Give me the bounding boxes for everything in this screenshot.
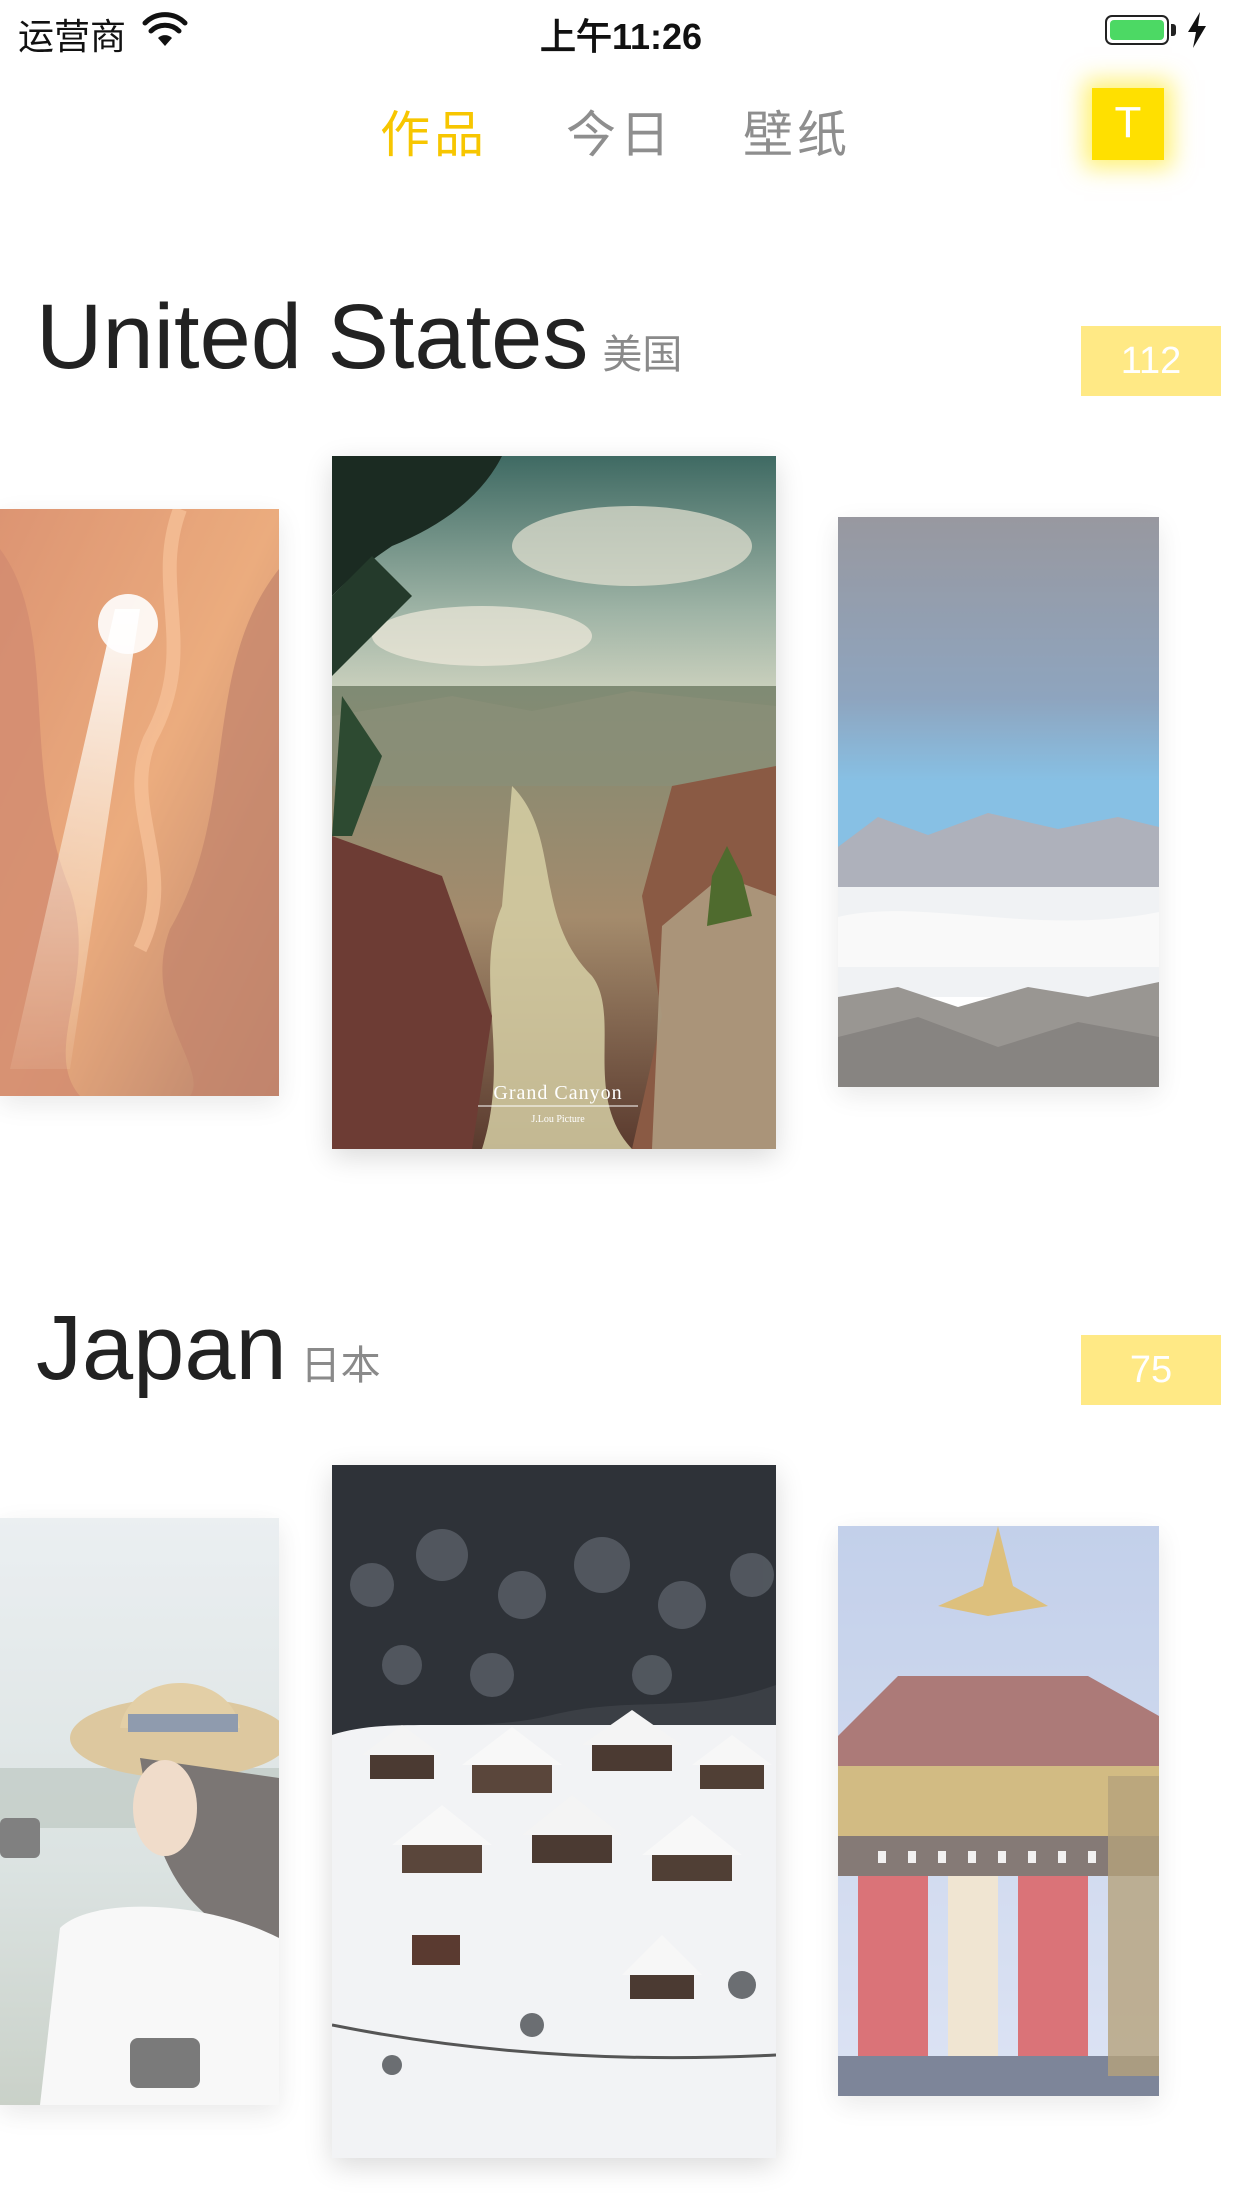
section-header-japan: Japan 日本 <box>36 1296 381 1401</box>
tab-wallpaper[interactable]: 壁纸 <box>743 95 851 167</box>
section-title: Japan <box>36 1297 287 1399</box>
battery-icon <box>1105 15 1169 45</box>
battery-tip <box>1171 24 1176 36</box>
grand-canyon-caption: Grand Canyon <box>493 1082 622 1104</box>
grand-canyon-credit: J.Lou Picture <box>531 1114 585 1125</box>
festival-float-photo[interactable] <box>838 1526 1159 2096</box>
user-avatar-button[interactable]: T <box>1092 88 1164 160</box>
grand-canyon-photo[interactable]: Grand Canyon J.Lou Picture <box>332 456 776 1149</box>
charging-bolt-icon <box>1188 12 1206 48</box>
battery-level-fill <box>1110 20 1164 40</box>
tab-works[interactable]: 作品 <box>380 95 488 167</box>
top-nav: 作品 今日 壁纸 <box>0 85 1242 175</box>
status-bar: 运营商 上午11:26 <box>0 0 1242 60</box>
section-subtitle: 日本 <box>300 1344 381 1388</box>
count-badge[interactable]: 112 <box>1081 326 1221 396</box>
section-header-united-states: United States 美国 <box>36 285 682 390</box>
status-time: 上午11:26 <box>539 16 703 57</box>
antelope-canyon-photo[interactable] <box>0 509 279 1096</box>
tab-today[interactable]: 今日 <box>566 95 674 167</box>
woman-with-hat-photo[interactable] <box>0 1518 279 2105</box>
count-badge[interactable]: 75 <box>1081 1335 1221 1405</box>
section-title: United States <box>36 286 589 388</box>
snowy-village-photo[interactable] <box>332 1465 776 2158</box>
death-valley-photo[interactable] <box>838 517 1159 1087</box>
section-subtitle: 美国 <box>602 333 683 377</box>
